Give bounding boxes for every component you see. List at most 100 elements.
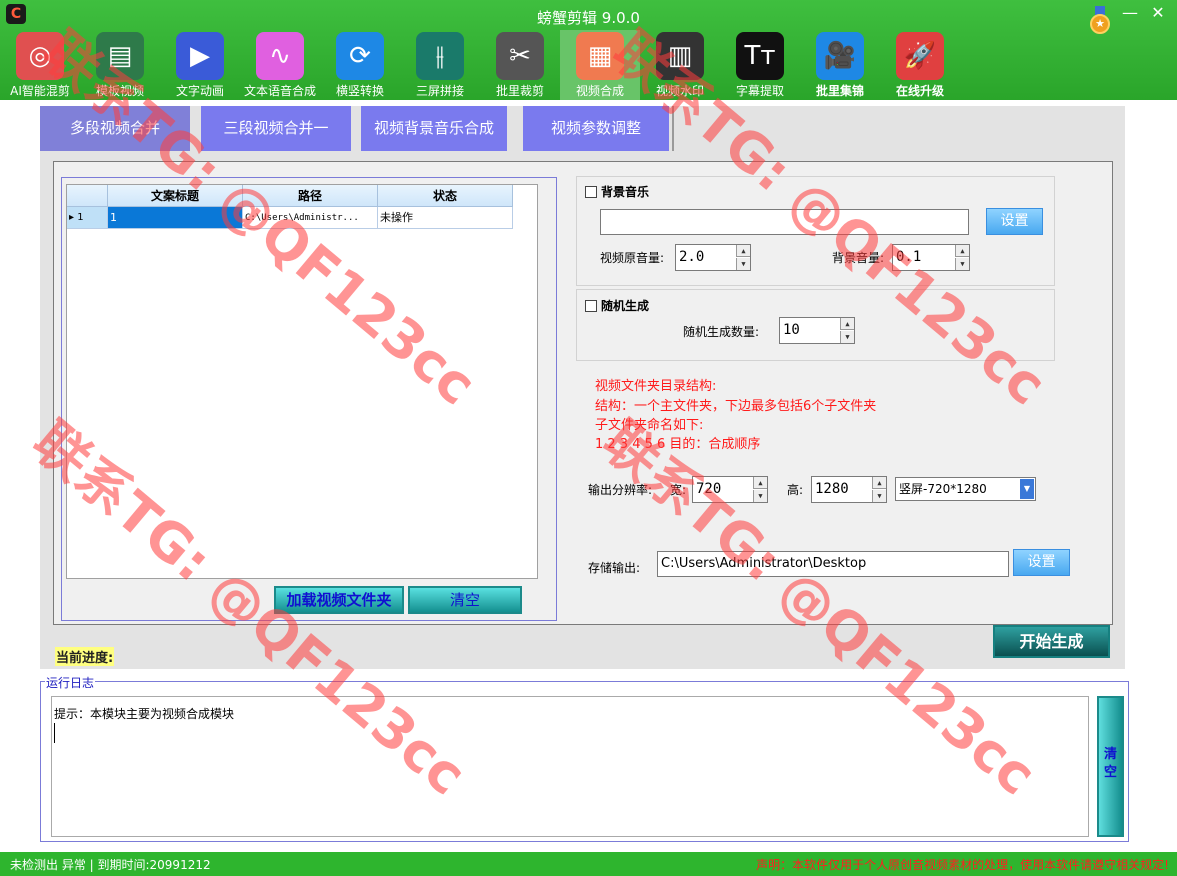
toolbar-item-label: 模板视频 [95,84,144,98]
bg-volume-label: 背景音量: [832,251,885,265]
camera-icon: 🎥 [816,32,864,80]
random-group: 随机生成 随机生成数量: 10 ▲ ▼ [576,289,1055,361]
random-checkbox-label: 随机生成 [601,299,650,313]
watermark-icon: ▥ [656,32,704,80]
set-music-button[interactable]: 设置 [986,208,1043,235]
music-path-field[interactable] [600,209,969,235]
output-label: 存储输出: [588,561,641,575]
log-textarea[interactable]: 提示：本模块主要为视频合成模块 [51,696,1089,837]
split-screen-icon: ⫲ [416,32,464,80]
toolbar-item-label: 视频水印 [655,84,704,98]
toolbar-item-label: AI智能混剪 [10,84,70,98]
status-disclaimer: 声明：本软件仅用于个人原创音视频素材的处理，使用本软件请遵守相关规定! [756,858,1169,872]
toolbar-item-split-screen[interactable]: ⫲ 三屏拼接 [400,30,480,100]
toolbar-item-template-video[interactable]: ▤ 模板视频 [80,30,160,100]
note-line-4: 1 2 3 4 5 6 目的：合成顺序 [595,437,761,452]
status-expiry: 未检测出 异常 | 到期时间:20991212 [10,858,211,872]
random-count-label: 随机生成数量: [683,325,760,339]
toolbar-item-robot[interactable]: ◎ AI智能混剪 [0,30,80,100]
toolbar-item-text-animation[interactable]: ▶ 文字动画 [160,30,240,100]
resolution-preset-value: 竖屏-720*1280 [899,482,987,496]
toolbar-item-label: 文字动画 [175,84,224,98]
checkbox-box[interactable] [585,299,597,312]
clear-files-button[interactable]: 清空 [408,586,522,614]
crop-icon: ✂ [496,32,544,80]
rocket-icon: 🚀 [896,32,944,80]
start-generate-button[interactable]: 开始生成 [993,625,1110,658]
tab-divider [672,106,674,151]
resolution-preset-select[interactable]: 竖屏-720*1280 ▼ [895,477,1036,501]
stepper-down-icon[interactable]: ▼ [840,331,854,343]
toolbar-item-label: 批里集锦 [815,84,864,98]
table-row-header[interactable]: ▸ 1 [67,207,108,229]
table-cell-path[interactable]: C:\Users\Administr... [243,207,378,229]
note-line-1: 视频文件夹目录结构: [595,379,717,394]
height-stepper[interactable]: 1280 ▲ ▼ [811,476,887,503]
rotate-icon: ⟳ [336,32,384,80]
subtitle-icon: Tт [736,32,784,80]
stepper-up-icon[interactable]: ▲ [753,477,767,489]
stepper-up-icon[interactable]: ▲ [955,245,969,257]
toolbar-item-video-merge[interactable]: ▦ 视频合成 [560,30,640,100]
width-stepper[interactable]: 720 ▲ ▼ [692,476,768,503]
toolbar-item-crop[interactable]: ✂ 批里裁剪 [480,30,560,100]
stepper-down-icon[interactable]: ▼ [753,490,767,502]
medal-icon[interactable]: ★ [1089,6,1111,34]
stepper-up-icon[interactable]: ▲ [840,318,854,330]
music-checkbox-label: 背景音乐 [601,185,650,199]
text-to-speech-icon: ∿ [256,32,304,80]
file-list-group: 文案标题 路径 状态 ▸ 1 1 C:\Users\Administr... 未… [61,177,557,621]
stepper-up-icon[interactable]: ▲ [872,477,886,489]
load-folder-button[interactable]: 加载视频文件夹 [274,586,404,614]
file-grid[interactable]: 文案标题 路径 状态 ▸ 1 1 C:\Users\Administr... 未… [66,184,538,579]
toolbar-item-subtitle[interactable]: Tт 字幕提取 [720,30,800,100]
toolbar-item-label: 横竖转换 [335,84,384,98]
close-button[interactable]: ✕ [1145,2,1171,24]
tab-multi-merge[interactable]: 多段视频合并 [40,106,190,151]
bg-volume-stepper[interactable]: 0.1 ▲ ▼ [892,244,970,271]
minimize-button[interactable]: — [1117,2,1143,24]
tab-bg-music[interactable]: 视频背景音乐合成 [361,106,507,151]
toolbar-item-camera[interactable]: 🎥 批里集锦 [800,30,880,100]
robot-icon: ◎ [16,32,64,80]
grid-corner [67,185,108,207]
set-output-button[interactable]: 设置 [1013,549,1070,576]
toolbar-item-label: 三屏拼接 [415,84,464,98]
stepper-down-icon[interactable]: ▼ [872,490,886,502]
table-cell-status[interactable]: 未操作 [378,207,513,229]
toolbar-item-label: 文本语音合成 [243,84,316,98]
note-line-3: 子文件夹命名如下: [595,418,704,433]
table-cell-title[interactable]: 1 [108,207,243,229]
stepper-up-icon[interactable]: ▲ [736,245,750,257]
grid-header-path[interactable]: 路径 [243,185,378,207]
toolbar-item-watermark[interactable]: ▥ 视频水印 [640,30,720,100]
toolbar-item-rocket[interactable]: 🚀 在线升级 [880,30,960,100]
toolbar-item-label: 视频合成 [575,84,624,98]
height-label: 高: [787,483,804,497]
resolution-label: 输出分辨率: [588,483,653,497]
status-bar: 未检测出 异常 | 到期时间:20991212 声明：本软件仅用于个人原创音视频… [0,852,1177,876]
title-toolbar: C 螃蟹剪辑 9.0.0 ★ — ✕ ◎ AI智能混剪 ▤ 模板视频 ▶ 文字动画 ∿ 文本语… [0,0,1177,100]
grid-header-status[interactable]: 状态 [378,185,513,207]
random-checkbox[interactable]: 随机生成 [585,297,649,314]
stepper-down-icon[interactable]: ▼ [736,258,750,270]
tab-three-merge[interactable]: 三段视频合并一 [201,106,351,151]
music-checkbox[interactable]: 背景音乐 [585,183,649,200]
bg-volume-value: 0.1 [896,249,922,265]
random-count-value: 10 [783,322,800,338]
checkbox-box[interactable] [585,185,597,198]
grid-header-title[interactable]: 文案标题 [108,185,243,207]
toolbar-item-rotate[interactable]: ⟳ 横竖转换 [320,30,400,100]
music-group: 背景音乐 设置 视频原音量: 2.0 ▲ ▼ 背景音量: 0.1 ▲ ▼ [576,176,1055,286]
chevron-down-icon[interactable]: ▼ [1020,479,1034,499]
width-label: 宽: [670,483,687,497]
text-animation-icon: ▶ [176,32,224,80]
stepper-down-icon[interactable]: ▼ [955,258,969,270]
orig-volume-stepper[interactable]: 2.0 ▲ ▼ [675,244,751,271]
tab-video-params[interactable]: 视频参数调整 [523,106,669,151]
output-path-field[interactable]: C:\Users\Administrator\Desktop [657,551,1009,577]
random-count-stepper[interactable]: 10 ▲ ▼ [779,317,855,344]
orig-volume-value: 2.0 [679,249,705,265]
log-clear-button[interactable]: 清空 [1097,696,1124,837]
toolbar-item-text-to-speech[interactable]: ∿ 文本语音合成 [240,30,320,100]
